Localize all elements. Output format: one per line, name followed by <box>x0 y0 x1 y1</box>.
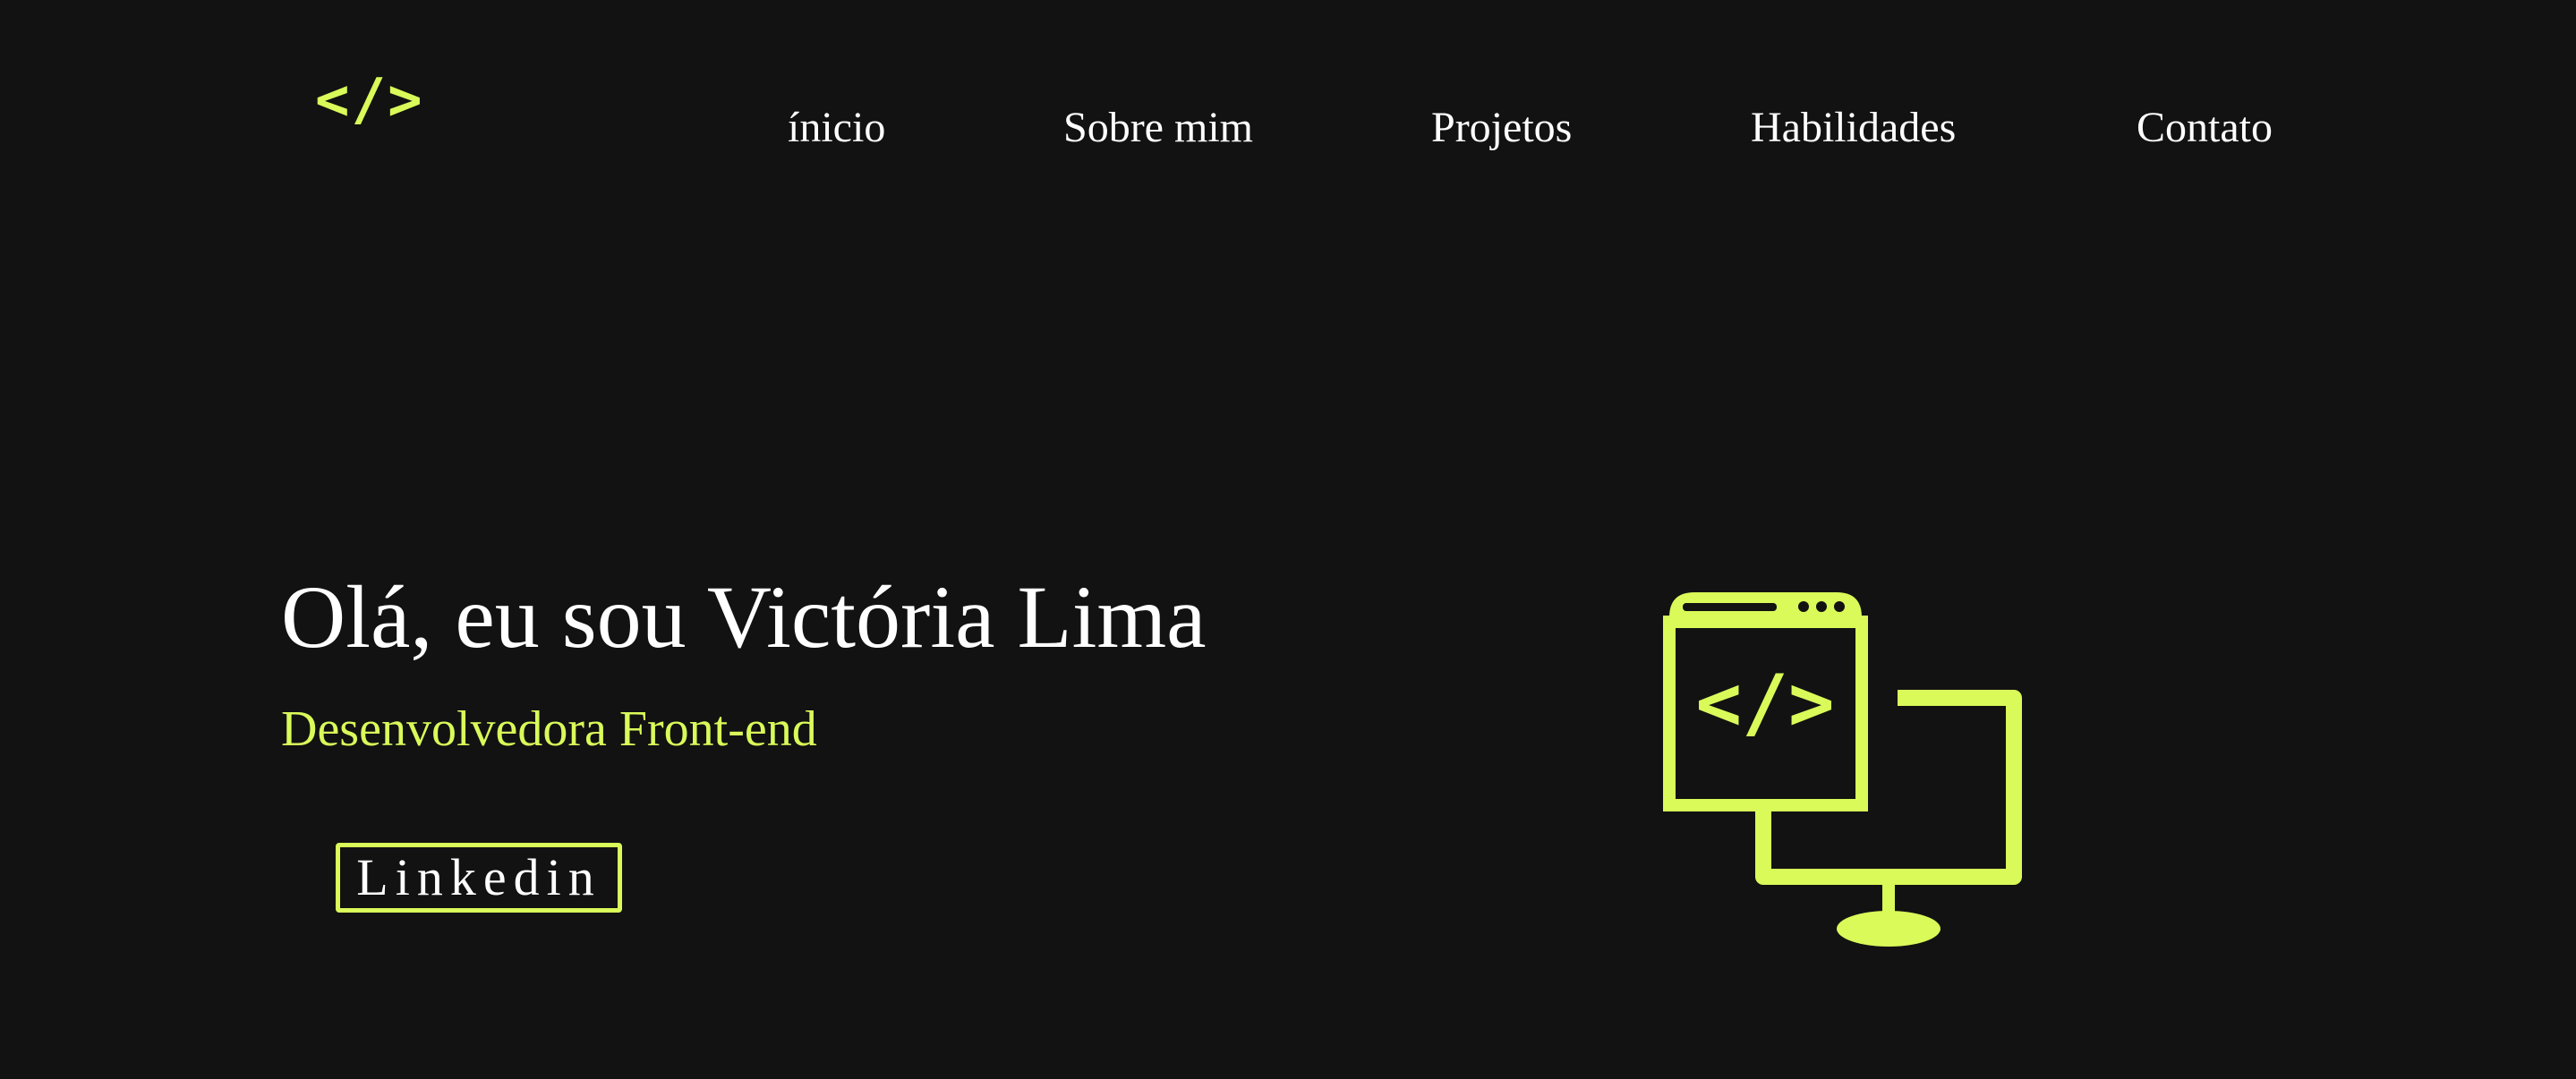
nav-link-contato[interactable]: Contato <box>2137 97 2273 159</box>
code-monitor-icon: </> <box>1663 592 2022 947</box>
hero-subtitle: Desenvolvedora Front-end <box>281 701 817 757</box>
page: </> ínicio Sobre mim Projetos Habilidade… <box>0 0 2576 1079</box>
nav-link-projetos[interactable]: Projetos <box>1431 97 1572 159</box>
hero-title: Olá, eu sou Victória Lima <box>281 567 1207 667</box>
nav-link-habilidades[interactable]: Habilidades <box>1751 97 1956 159</box>
code-glyph: </> <box>1695 658 1834 748</box>
main-nav: ínicio Sobre mim Projetos Habilidades Co… <box>0 97 2576 159</box>
nav-link-sobre-mim[interactable]: Sobre mim <box>1063 97 1253 159</box>
nav-link-inicio[interactable]: ínicio <box>788 97 885 159</box>
linkedin-button[interactable]: Linkedin <box>336 843 622 913</box>
